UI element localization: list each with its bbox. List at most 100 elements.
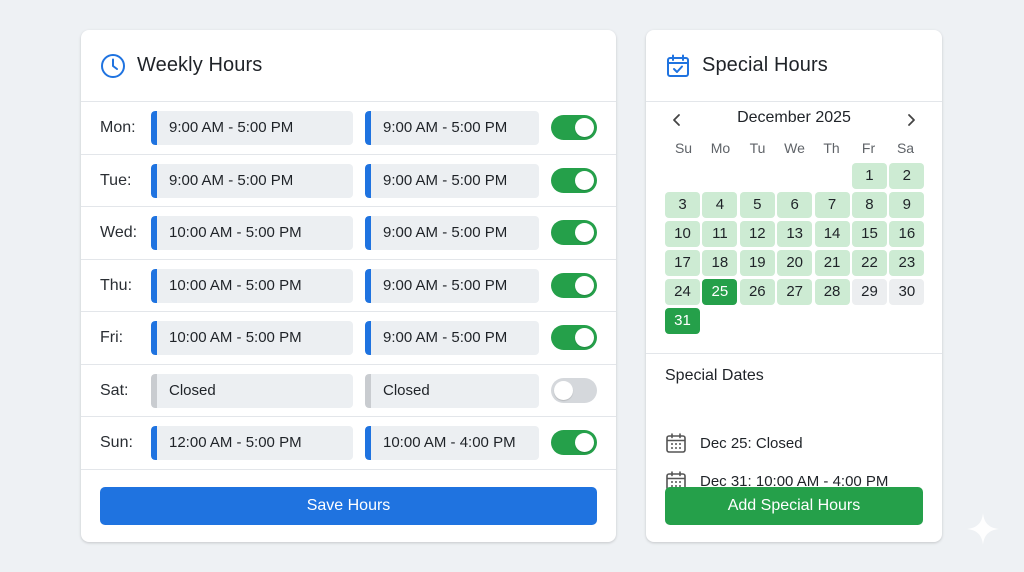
calendar-day[interactable]: 13 [777,221,813,247]
special-hours-title: Special Hours [702,54,828,76]
toggle-knob [575,223,594,242]
calendar-day[interactable]: 9 [889,192,925,218]
clock-icon [101,53,125,78]
weekday-label: We [784,140,805,156]
time-slot-2[interactable]: 9:00 AM - 5:00 PM [365,321,539,355]
day-label: Mon: [100,119,136,136]
day-toggle[interactable] [551,115,597,140]
calendar-nav: December 2025 [646,108,942,132]
calendar-day[interactable]: 14 [814,221,850,247]
calendar-blank [740,163,775,189]
toggle-knob [575,170,594,190]
calendar-day[interactable]: 4 [702,192,738,218]
weekly-hours-header: Weekly Hours [81,30,616,102]
special-date-text: Dec 25: Closed [700,434,803,452]
day-row: Wed: 10:00 AM - 5:00 PM 9:00 AM - 5:00 PM [81,207,616,260]
day-label: Thu: [100,276,133,294]
day-label: Tue: [100,171,132,189]
calendar-month-label: December 2025 [737,109,851,126]
toggle-knob [575,275,594,295]
calendar-day[interactable]: 28 [814,279,850,305]
day-row: Sat: Closed Closed [81,365,616,417]
calendar-day[interactable]: 31 [665,308,700,334]
time-slot-1[interactable]: 12:00 AM - 5:00 PM [151,426,353,460]
calendar-day[interactable]: 25 [702,279,738,305]
calendar-day[interactable]: 26 [739,279,775,305]
special-hours-card: Special Hours December 2025 Su Mo Tu We Th Fr… [646,30,942,542]
calendar-blank [702,163,737,189]
save-hours-button[interactable]: Save Hours [100,487,597,525]
day-toggle[interactable] [551,430,597,455]
calendar-day[interactable]: 10 [665,221,700,247]
day-toggle[interactable] [551,325,597,350]
calendar-day[interactable]: 2 [889,163,925,189]
weekly-hours-title: Weekly Hours [137,54,263,76]
day-label: Wed: [100,224,138,241]
calendar-day[interactable]: 5 [739,192,775,218]
calendar-day[interactable]: 16 [889,221,925,247]
toggle-knob [575,433,594,452]
time-slot-2[interactable]: 9:00 AM - 5:00 PM [365,216,539,250]
calendar-day[interactable]: 18 [702,250,738,276]
calendar-blank [815,163,850,189]
calendar-day[interactable]: 7 [814,192,850,218]
calendar-day[interactable]: 27 [777,279,813,305]
add-special-hours-button[interactable]: Add Special Hours [665,487,923,525]
day-row: Thu: 10:00 AM - 5:00 PM 9:00 AM - 5:00 PM [81,260,616,312]
calendar-day[interactable]: 23 [889,250,925,276]
calendar-day[interactable]: 8 [851,192,887,218]
weekday-label: Sa [896,140,915,156]
time-slot-1[interactable]: 10:00 AM - 5:00 PM [151,321,353,355]
sparkle-icon [967,513,999,545]
calendar-day[interactable]: 19 [739,250,775,276]
day-label: Fri: [100,329,124,346]
time-slot-1[interactable]: 9:00 AM - 5:00 PM [151,111,353,145]
day-toggle[interactable] [551,272,597,298]
time-slot-2[interactable]: Closed [365,373,539,408]
chevron-right-icon[interactable] [899,108,923,132]
weekday-label: Tu [749,140,766,156]
calendar-weekdays: Su Mo Tu We Th Fr Sa [665,140,925,160]
day-toggle[interactable] [551,167,597,193]
day-row: Mon: 9:00 AM - 5:00 PM 9:00 AM - 5:00 PM [81,102,616,155]
time-slot-2[interactable]: 9:00 AM - 5:00 PM [365,268,539,303]
calendar-day[interactable]: 24 [665,279,700,305]
time-slot-1[interactable]: Closed [151,373,353,408]
time-slot-2[interactable]: 9:00 AM - 5:00 PM [365,163,539,198]
calendar-day[interactable]: 30 [889,279,925,305]
day-row: Tue: 9:00 AM - 5:00 PM 9:00 AM - 5:00 PM [81,155,616,207]
calendar-day[interactable]: 20 [777,250,813,276]
weekday-label: Th [823,140,840,156]
time-slot-1[interactable]: 9:00 AM - 5:00 PM [151,163,353,198]
calendar-day[interactable]: 29 [851,279,887,305]
weekday-label: Su [674,140,693,156]
time-slot-2[interactable]: 10:00 AM - 4:00 PM [365,426,539,460]
calendar-grid-icon [666,433,686,453]
calendar-blank [777,163,812,189]
divider [646,353,942,354]
weekly-hours-card: Weekly Hours Mon: 9:00 AM - 5:00 PM 9:00 A… [81,30,616,542]
calendar-day[interactable]: 12 [739,221,775,247]
time-slot-1[interactable]: 10:00 AM - 5:00 PM [151,268,353,303]
calendar-day[interactable]: 6 [777,192,813,218]
calendar-day[interactable]: 11 [702,221,738,247]
day-row: Sun: 12:00 AM - 5:00 PM 10:00 AM - 4:00 PM [81,417,616,470]
special-dates-title: Special Dates [665,367,764,384]
toggle-knob [575,118,594,137]
day-toggle[interactable] [551,220,597,245]
calendar-check-icon [667,54,689,77]
calendar-blank [665,163,700,189]
day-rows: Mon: 9:00 AM - 5:00 PM 9:00 AM - 5:00 PM Tu… [81,102,616,470]
time-slot-2[interactable]: 9:00 AM - 5:00 PM [365,111,539,145]
calendar-day[interactable]: 3 [665,192,700,218]
calendar-day[interactable]: 17 [665,250,700,276]
special-date-item[interactable]: Dec 25: Closed [665,430,803,456]
time-slot-1[interactable]: 10:00 AM - 5:00 PM [151,216,353,250]
calendar-day[interactable]: 21 [814,250,850,276]
calendar-day[interactable]: 22 [851,250,887,276]
calendar-day[interactable]: 1 [851,163,887,189]
day-label: Sat: [100,381,129,399]
calendar-day[interactable]: 15 [851,221,887,247]
day-row: Fri: 10:00 AM - 5:00 PM 9:00 AM - 5:00 PM [81,312,616,365]
day-toggle[interactable] [551,377,597,403]
